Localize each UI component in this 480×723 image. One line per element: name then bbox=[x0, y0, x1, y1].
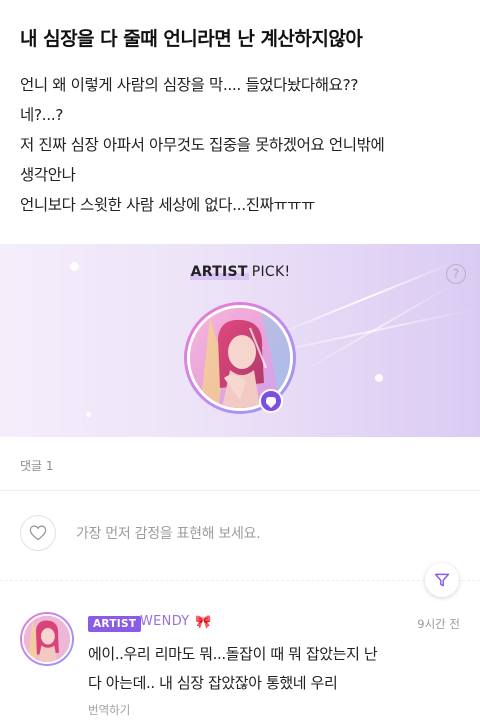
reaction-row[interactable]: 가장 먼저 감정을 표현해 보세요. bbox=[0, 502, 480, 562]
comment-item: ARTIST WENDY 🎀 9시간 전 에이..우리 리마도 뭐...돌잡이 … bbox=[0, 600, 480, 723]
sparkle-decoration bbox=[375, 374, 383, 382]
question-icon[interactable]: ? bbox=[446, 264, 466, 284]
divider bbox=[0, 580, 480, 581]
divider bbox=[0, 490, 480, 491]
filter-icon[interactable] bbox=[425, 563, 459, 597]
ribbon-icon: 🎀 bbox=[195, 615, 212, 630]
post-body: 언니 왜 이렇게 사람의 심장을 막.... 들었다놨다해요?? 네?...? … bbox=[20, 70, 468, 220]
light-ray-decoration bbox=[299, 282, 457, 374]
chat-bubble-icon[interactable] bbox=[259, 389, 283, 413]
comment-author[interactable]: WENDY bbox=[140, 614, 190, 629]
artist-pick-banner: ARTIST PICK! ? bbox=[0, 244, 480, 437]
comment-count: 댓글 1 bbox=[20, 459, 54, 473]
comment-text: 에이..우리 리마도 뭐...돌잡이 때 뭐 잡았는지 난 다 아는데.. 내 … bbox=[88, 640, 468, 698]
comment-time: 9시간 전 bbox=[417, 617, 460, 631]
post-line: 네?...? bbox=[20, 106, 64, 124]
post-line: 저 진짜 심장 아파서 아무것도 집중을 못하겠어요 언니밖에 bbox=[20, 136, 385, 154]
artist-pick-rest: PICK! bbox=[251, 264, 291, 280]
avatar[interactable] bbox=[20, 612, 74, 666]
artist-pick-title: ARTIST PICK! bbox=[0, 264, 480, 280]
comment-line: 에이..우리 리마도 뭐...돌잡이 때 뭐 잡았는지 난 bbox=[88, 645, 378, 663]
comment-line: 다 아는데.. 내 심장 잡았잖아 통했네 우리 bbox=[88, 674, 338, 692]
post-title: 내 심장을 다 줄때 언니라면 난 계산하지않아 bbox=[20, 28, 363, 50]
post-line: 언니보다 스윗한 사람 세상에 없다...진짜ㅠㅠㅠ bbox=[20, 196, 316, 214]
artist-pick-highlight: ARTIST bbox=[189, 264, 249, 280]
reaction-placeholder[interactable]: 가장 먼저 감정을 표현해 보세요. bbox=[76, 523, 261, 543]
post-line: 생각안나 bbox=[20, 166, 76, 184]
translate-link[interactable]: 번역하기 bbox=[88, 702, 130, 718]
post-line: 언니 왜 이렇게 사람의 심장을 막.... 들었다놨다해요?? bbox=[20, 76, 359, 94]
sparkle-decoration bbox=[86, 412, 91, 417]
heart-outline-icon[interactable] bbox=[20, 515, 56, 551]
avatar-photo bbox=[22, 614, 72, 664]
artist-tag: ARTIST bbox=[88, 616, 142, 632]
post: 내 심장을 다 줄때 언니라면 난 계산하지않아 언니 왜 이렇게 사람의 심장… bbox=[0, 0, 480, 244]
